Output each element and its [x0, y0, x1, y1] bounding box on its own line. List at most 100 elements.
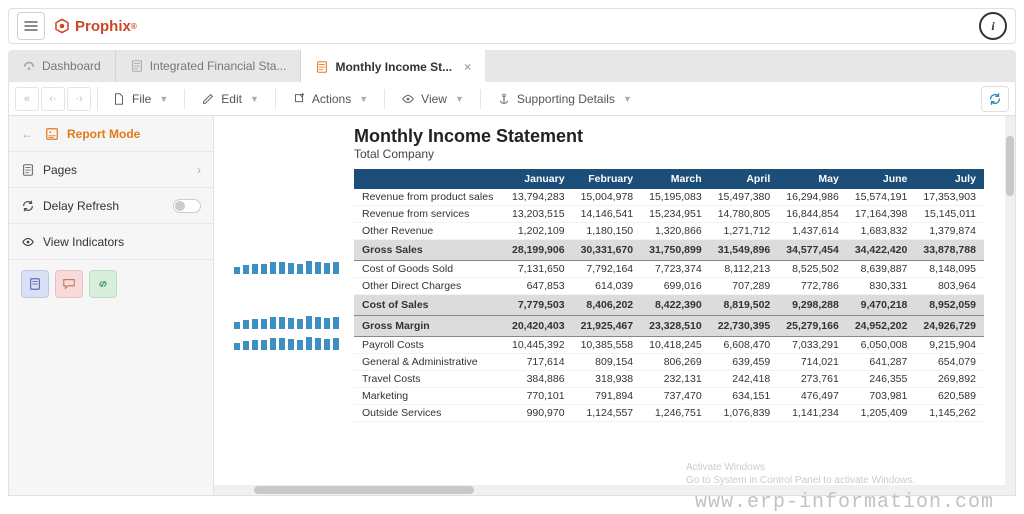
- row-label: Revenue from services: [354, 206, 504, 223]
- cell-value: 7,131,650: [504, 261, 573, 278]
- cell-value: 9,215,904: [915, 337, 984, 354]
- data-row: Revenue from services13,203,51514,146,54…: [354, 206, 984, 223]
- tab-monthly-income[interactable]: Monthly Income St... ×: [301, 50, 485, 82]
- sparkline-chart: [234, 332, 344, 350]
- report-mode-item[interactable]: ← Report Mode: [9, 116, 213, 152]
- cell-value: 1,202,109: [504, 223, 573, 240]
- cell-value: 15,234,951: [641, 206, 710, 223]
- cell-value: 33,878,788: [915, 240, 984, 261]
- cell-value: 17,353,903: [915, 189, 984, 206]
- report-title: Monthly Income Statement: [354, 126, 1015, 147]
- cell-value: 384,886: [504, 371, 573, 388]
- info-button[interactable]: i: [979, 12, 1007, 40]
- cell-value: 1,205,409: [847, 405, 916, 422]
- tab-label: Integrated Financial Sta...: [150, 59, 287, 73]
- cell-value: 7,792,164: [573, 261, 642, 278]
- data-row: Revenue from product sales13,794,28315,0…: [354, 189, 984, 206]
- row-label: Other Revenue: [354, 223, 504, 240]
- link-icon: [96, 277, 110, 291]
- view-menu-button[interactable]: View▼: [391, 86, 474, 112]
- cell-value: 7,779,503: [504, 295, 573, 316]
- cell-value: 1,437,614: [778, 223, 847, 240]
- row-label: Cost of Goods Sold: [354, 261, 504, 278]
- comment-icon: [62, 277, 76, 291]
- cell-value: 14,146,541: [573, 206, 642, 223]
- refresh-button[interactable]: [981, 86, 1009, 112]
- data-row: Other Revenue1,202,1091,180,1501,320,866…: [354, 223, 984, 240]
- cell-value: 830,331: [847, 278, 916, 295]
- document-icon: [130, 59, 144, 73]
- cell-value: 31,750,899: [641, 240, 710, 261]
- sidebar: ← Report Mode Pages › Delay Refresh View…: [9, 116, 214, 495]
- refresh-icon: [988, 92, 1002, 106]
- cell-value: 1,379,874: [915, 223, 984, 240]
- delay-refresh-item[interactable]: Delay Refresh: [9, 188, 213, 224]
- cell-value: 1,141,234: [778, 405, 847, 422]
- cell-value: 242,418: [710, 371, 779, 388]
- cell-value: 654,079: [915, 354, 984, 371]
- cell-value: 9,298,288: [778, 295, 847, 316]
- cell-value: 15,195,083: [641, 189, 710, 206]
- cell-value: 16,294,986: [778, 189, 847, 206]
- cell-value: 31,549,896: [710, 240, 779, 261]
- tab-label: Dashboard: [42, 59, 101, 73]
- cell-value: 21,925,467: [573, 316, 642, 337]
- nav-back-button[interactable]: «: [15, 87, 39, 111]
- edit-menu-button[interactable]: Edit▼: [191, 86, 269, 112]
- cell-value: 15,497,380: [710, 189, 779, 206]
- cell-value: 25,279,166: [778, 316, 847, 337]
- cell-value: 34,422,420: [847, 240, 916, 261]
- nav-next-button[interactable]: ·›: [67, 87, 91, 111]
- cell-value: 17,164,398: [847, 206, 916, 223]
- indicator-links-button[interactable]: [89, 270, 117, 298]
- tab-close-icon[interactable]: ×: [464, 60, 471, 74]
- cell-value: 634,151: [710, 388, 779, 405]
- cell-value: 14,780,805: [710, 206, 779, 223]
- cell-value: 9,470,218: [847, 295, 916, 316]
- file-menu-button[interactable]: File▼: [102, 86, 178, 112]
- cell-value: 8,639,887: [847, 261, 916, 278]
- column-header: April: [710, 169, 779, 189]
- nav-prev-button[interactable]: ‹·: [41, 87, 65, 111]
- anchor-icon: [497, 92, 511, 106]
- tab-integrated-financial[interactable]: Integrated Financial Sta...: [116, 50, 302, 82]
- hamburger-menu-button[interactable]: [17, 12, 45, 40]
- tab-dashboard[interactable]: Dashboard: [8, 50, 116, 82]
- cell-value: 476,497: [778, 388, 847, 405]
- cell-value: 10,445,392: [504, 337, 573, 354]
- data-row: General & Administrative717,614809,15480…: [354, 354, 984, 371]
- pages-item[interactable]: Pages ›: [9, 152, 213, 188]
- row-label: Gross Margin: [354, 316, 504, 337]
- cell-value: 614,039: [573, 278, 642, 295]
- indicator-comments-button[interactable]: [55, 270, 83, 298]
- file-icon: [112, 92, 126, 106]
- row-label: Cost of Sales: [354, 295, 504, 316]
- cell-value: 1,145,262: [915, 405, 984, 422]
- vertical-scrollbar[interactable]: [1005, 116, 1015, 495]
- cell-value: 737,470: [641, 388, 710, 405]
- actions-menu-button[interactable]: Actions▼: [282, 86, 378, 112]
- cell-value: 772,786: [778, 278, 847, 295]
- cell-value: 318,938: [573, 371, 642, 388]
- cell-value: 770,101: [504, 388, 573, 405]
- row-label: Outside Services: [354, 405, 504, 422]
- document-icon: [315, 60, 329, 74]
- cell-value: 707,289: [710, 278, 779, 295]
- data-row: Travel Costs384,886318,938232,131242,418…: [354, 371, 984, 388]
- refresh-icon: [21, 199, 35, 213]
- sparkline-chart: [234, 311, 344, 329]
- cell-value: 8,952,059: [915, 295, 984, 316]
- windows-watermark: Activate Windows Go to System in Control…: [686, 461, 915, 487]
- supporting-details-menu-button[interactable]: Supporting Details▼: [487, 86, 642, 112]
- cell-value: 20,420,403: [504, 316, 573, 337]
- row-label: Revenue from product sales: [354, 189, 504, 206]
- export-icon: [292, 92, 306, 106]
- view-indicators-item[interactable]: View Indicators: [9, 224, 213, 260]
- cell-value: 1,076,839: [710, 405, 779, 422]
- cell-value: 990,970: [504, 405, 573, 422]
- delay-refresh-toggle[interactable]: [173, 199, 201, 213]
- cell-value: 6,608,470: [710, 337, 779, 354]
- data-row: Outside Services990,9701,124,5571,246,75…: [354, 405, 984, 422]
- brand-logo: Prophix®: [53, 17, 137, 35]
- indicator-notes-button[interactable]: [21, 270, 49, 298]
